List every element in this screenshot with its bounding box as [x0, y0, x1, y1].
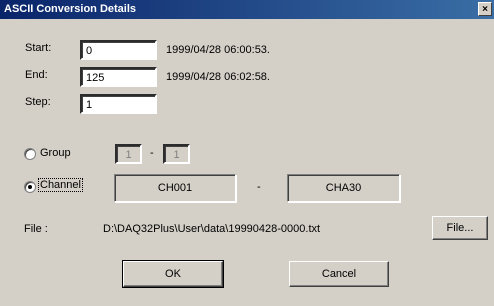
step-label: Step: [25, 96, 51, 108]
start-input[interactable]: 0 [80, 40, 157, 60]
group-label: Group [40, 147, 71, 159]
start-timestamp: 1999/04/28 06:00:53. [166, 44, 270, 56]
step-input[interactable]: 1 [80, 94, 157, 114]
start-label: Start: [25, 42, 52, 54]
channel-from-field[interactable]: CH001 [114, 174, 236, 202]
channel-to-field[interactable]: CHA30 [287, 174, 400, 202]
file-label: File : [24, 223, 48, 235]
channel-label: Channel [38, 178, 83, 192]
file-browse-button[interactable]: File... [432, 216, 488, 240]
group-to-input[interactable]: 1 [163, 144, 190, 164]
group-separator: - [150, 147, 154, 159]
cancel-button[interactable]: Cancel [289, 261, 389, 287]
group-radio[interactable] [24, 148, 36, 160]
end-label: End: [25, 69, 48, 81]
ok-button[interactable]: OK [122, 260, 224, 288]
file-path: D:\DAQ32Plus\User\data\19990428-0000.txt [103, 223, 321, 235]
close-button[interactable]: × [478, 2, 492, 16]
channel-separator: - [257, 181, 261, 193]
ascii-conversion-dialog: ASCII Conversion Details × Start: 0 1999… [0, 0, 494, 306]
dialog-title: ASCII Conversion Details [4, 3, 137, 15]
end-timestamp: 1999/04/28 06:02:58. [166, 71, 270, 83]
group-from-input[interactable]: 1 [115, 144, 142, 164]
title-bar: ASCII Conversion Details × [0, 0, 494, 19]
end-input[interactable]: 125 [80, 67, 157, 87]
channel-radio[interactable] [24, 181, 36, 193]
